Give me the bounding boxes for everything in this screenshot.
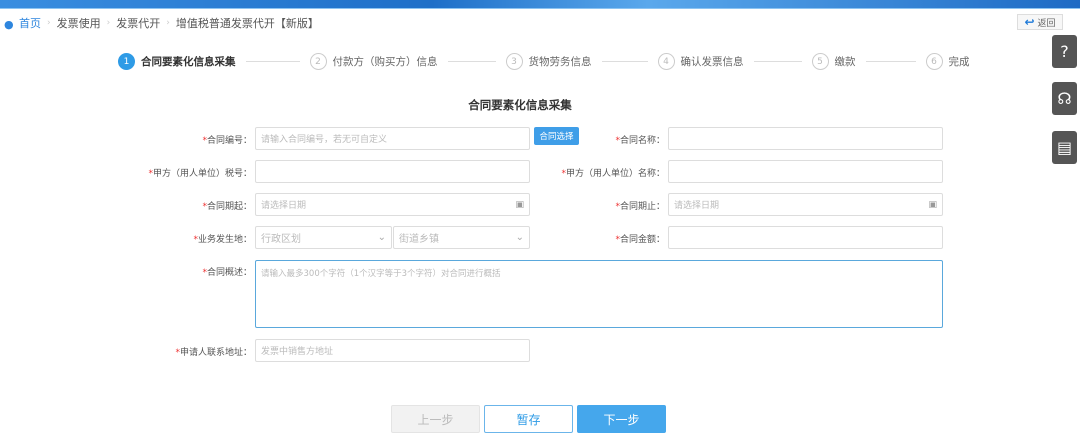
location-pin-icon: ● <box>4 17 14 31</box>
start-date-label: *合同期起： <box>202 202 252 212</box>
street-select[interactable]: 街道乡镇 ⌄ <box>393 226 530 249</box>
district-select[interactable]: 行政区划 ⌄ <box>255 226 392 249</box>
step-indicator: 1 合同要素化信息采集 2 付款方（购买方）信息 3 货物劳务信息 4 确认发票信息 5… <box>118 53 970 70</box>
breadcrumb-separator: › <box>106 18 111 28</box>
step-connector <box>865 61 916 62</box>
party-a-tax-input[interactable] <box>255 160 530 183</box>
step-number: 3 <box>505 53 523 70</box>
party-a-name-label: *甲方（用人单位）名称： <box>561 169 665 179</box>
step-number: 4 <box>657 53 675 70</box>
business-place-label: *业务发生地： <box>193 235 252 245</box>
party-a-tax-label: *甲方（用人单位）税号： <box>148 169 252 179</box>
step-6: 6 完成 <box>925 53 970 70</box>
back-label: 返回 <box>1037 18 1056 29</box>
party-a-name-input[interactable] <box>668 160 943 183</box>
end-date-label: *合同期止： <box>615 202 665 212</box>
step-label: 缴款 <box>834 56 856 68</box>
step-number: 1 <box>118 53 135 70</box>
step-number: 6 <box>925 53 943 70</box>
amount-input[interactable] <box>668 226 943 249</box>
step-4: 4 确认发票信息 <box>657 53 744 70</box>
step-2: 2 付款方（购买方）信息 <box>309 53 438 70</box>
step-connector <box>245 61 300 62</box>
breadcrumb-separator: › <box>47 18 51 28</box>
top-banner <box>0 0 1080 9</box>
step-label: 确认发票信息 <box>680 56 744 68</box>
calendar-icon[interactable]: ▣ <box>928 200 937 210</box>
form-title: 合同要素化信息采集 <box>468 98 572 112</box>
address-input[interactable]: 发票中销售方地址 <box>255 339 530 362</box>
breadcrumb-item[interactable]: 发票代开 <box>116 15 160 31</box>
breadcrumb-separator: › <box>166 18 170 28</box>
step-connector <box>447 61 496 62</box>
help-icon[interactable]: ? <box>1052 35 1077 68</box>
headset-icon[interactable]: ☊ <box>1052 82 1077 115</box>
start-date-input[interactable]: 请选择日期 ▣ <box>255 193 530 216</box>
summary-label: *合同概述： <box>202 268 252 278</box>
breadcrumb: ● 首页 › 发票使用 › 发票代开 › 增值税普通发票代开【新版】 <box>4 15 319 31</box>
end-date-input[interactable]: 请选择日期 ▣ <box>668 193 943 216</box>
save-draft-button[interactable]: 暂存 <box>484 405 573 433</box>
contract-no-label: *合同编号： <box>202 136 252 146</box>
summary-textarea[interactable]: 请输入最多300个字符（1个汉字等于3个字符）对合同进行概括 <box>255 260 943 328</box>
contract-name-label: *合同名称： <box>615 136 665 146</box>
breadcrumb-home[interactable]: 首页 <box>19 15 41 31</box>
breadcrumb-item[interactable]: 发票使用 <box>57 15 101 31</box>
step-connector <box>753 61 802 62</box>
step-3: 3 货物劳务信息 <box>505 53 592 70</box>
manual-icon[interactable]: ▤ <box>1052 131 1077 164</box>
chevron-down-icon: ⌄ <box>377 232 386 243</box>
step-label: 货物劳务信息 <box>528 56 592 68</box>
address-label: *申请人联系地址： <box>175 348 252 358</box>
amount-label: *合同金额： <box>615 235 665 245</box>
contract-name-input[interactable] <box>668 127 943 150</box>
breadcrumb-item: 增值税普通发票代开【新版】 <box>175 17 319 30</box>
step-5: 5 缴款 <box>811 53 856 70</box>
prev-step-button[interactable]: 上一步 <box>391 405 480 433</box>
step-number: 2 <box>309 53 327 70</box>
step-label: 合同要素化信息采集 <box>141 56 236 68</box>
step-connector <box>601 61 648 62</box>
step-number: 5 <box>811 53 829 70</box>
step-1: 1 合同要素化信息采集 <box>118 53 236 70</box>
contract-no-input[interactable]: 请输入合同编号，若无可自定义 <box>255 127 530 150</box>
return-arrow-icon: ↩ <box>1024 15 1035 29</box>
step-label: 完成 <box>948 56 970 68</box>
step-label: 付款方（购买方）信息 <box>332 56 438 68</box>
next-step-button[interactable]: 下一步 <box>577 405 666 433</box>
back-button[interactable]: ↩ 返回 <box>1017 14 1063 30</box>
